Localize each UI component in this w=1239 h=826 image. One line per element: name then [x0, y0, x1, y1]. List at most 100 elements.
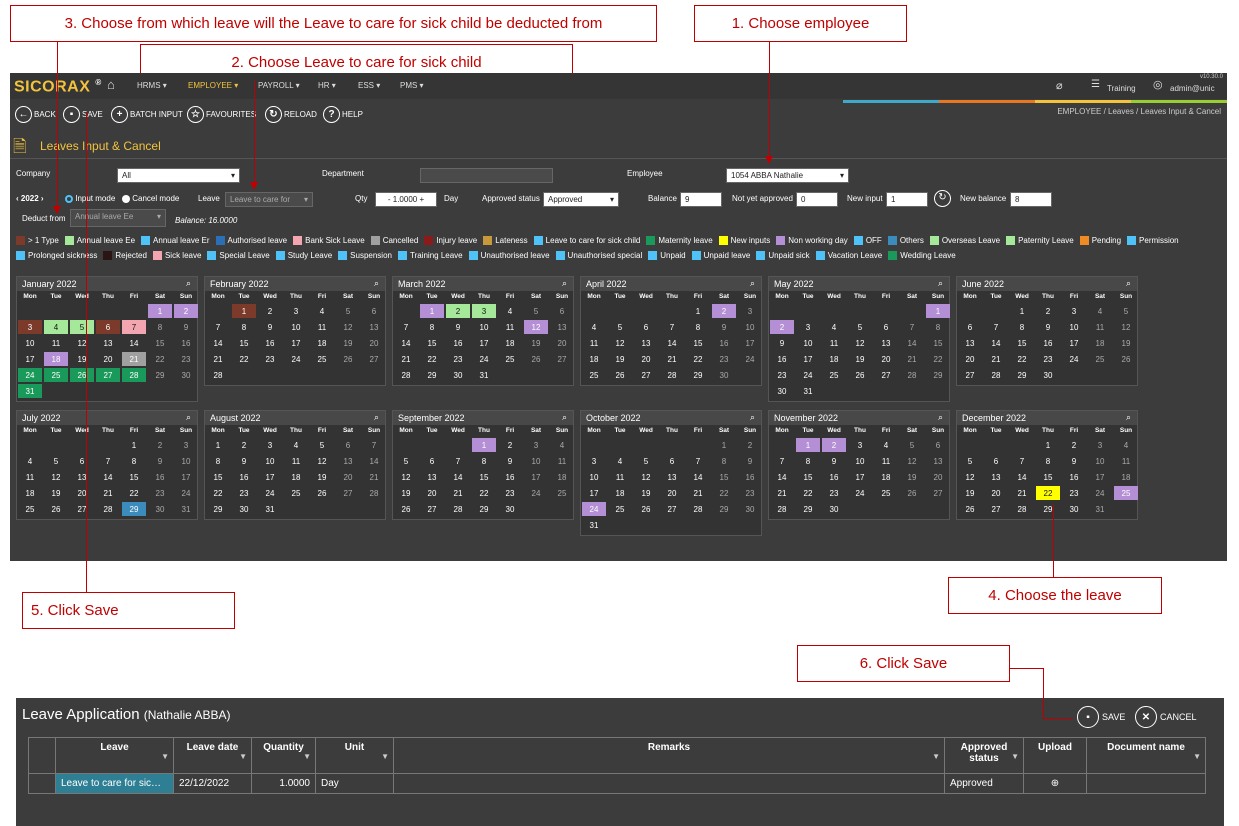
calendar-day[interactable]: 27: [96, 368, 120, 382]
calendar-day[interactable]: 3: [174, 438, 198, 452]
calendar-day[interactable]: 8: [148, 320, 172, 334]
calendar-day[interactable]: 9: [738, 454, 762, 468]
menu-hrms[interactable]: HRMS ▾: [137, 81, 167, 90]
calendar-day[interactable]: 23: [770, 368, 794, 382]
calendar-day[interactable]: 24: [582, 502, 606, 516]
calendar-day[interactable]: 4: [44, 320, 68, 334]
calendar-day[interactable]: 2: [258, 304, 282, 318]
calendar-day[interactable]: 11: [550, 454, 574, 468]
search-icon[interactable]: ⌕: [750, 412, 755, 423]
search-icon[interactable]: ⌕: [938, 278, 943, 289]
calendar-day[interactable]: 10: [472, 320, 496, 334]
calendar-day[interactable]: 31: [472, 368, 496, 382]
calendar-day[interactable]: 3: [738, 304, 762, 318]
calendar-day[interactable]: 22: [686, 352, 710, 366]
calendar-day[interactable]: 30: [822, 502, 846, 516]
calendar-day[interactable]: 19: [336, 336, 360, 350]
calendar-day[interactable]: 6: [96, 320, 120, 334]
calendar-day[interactable]: 1: [1010, 304, 1034, 318]
calendar-day[interactable]: 9: [148, 454, 172, 468]
calendar-day[interactable]: 29: [148, 368, 172, 382]
calendar-day[interactable]: 25: [1088, 352, 1112, 366]
calendar-day[interactable]: 27: [550, 352, 574, 366]
calendar-day[interactable]: 31: [174, 502, 198, 516]
breadcrumb[interactable]: EMPLOYEE / Leaves / Leaves Input & Cance…: [1057, 107, 1221, 116]
calendar-day[interactable]: 7: [686, 454, 710, 468]
calendar-day[interactable]: 17: [284, 336, 308, 350]
calendar-day[interactable]: 3: [1088, 438, 1112, 452]
calendar-day[interactable]: 13: [926, 454, 950, 468]
calendar-day[interactable]: 12: [900, 454, 924, 468]
calendar-day[interactable]: 24: [284, 352, 308, 366]
calendar-day[interactable]: 16: [446, 336, 470, 350]
calendar-day[interactable]: 2: [712, 304, 736, 318]
search-icon[interactable]: ⌕: [186, 278, 191, 289]
menu-payroll[interactable]: PAYROLL ▾: [258, 81, 300, 90]
deduct-from-select[interactable]: Annual leave Ee ▾: [70, 209, 166, 227]
search-icon[interactable]: ⌕: [1126, 412, 1131, 423]
calendar-day[interactable]: 1: [686, 304, 710, 318]
calendar-day[interactable]: 24: [472, 352, 496, 366]
calendar-day[interactable]: 10: [258, 454, 282, 468]
calendar-day[interactable]: 11: [608, 470, 632, 484]
calendar-day[interactable]: 20: [420, 486, 444, 500]
calendar-day[interactable]: 1: [232, 304, 256, 318]
calendar-day[interactable]: 20: [660, 486, 684, 500]
calendar-day[interactable]: 27: [336, 486, 360, 500]
calendar-day[interactable]: 12: [70, 336, 94, 350]
calendar-day[interactable]: 21: [686, 486, 710, 500]
calendar-day[interactable]: 7: [362, 438, 386, 452]
calendar-day[interactable]: 26: [310, 486, 334, 500]
calendar-day[interactable]: 15: [926, 336, 950, 350]
calendar-day[interactable]: 18: [874, 470, 898, 484]
calendar-day[interactable]: 12: [958, 470, 982, 484]
calendar-day[interactable]: 14: [1010, 470, 1034, 484]
calendar-day[interactable]: 15: [472, 470, 496, 484]
calendar-day[interactable]: 26: [958, 502, 982, 516]
calendar-day[interactable]: 30: [148, 502, 172, 516]
calendar-day[interactable]: 28: [362, 486, 386, 500]
calendar-day[interactable]: 8: [686, 320, 710, 334]
calendar-day[interactable]: 21: [900, 352, 924, 366]
col-leave[interactable]: Leave ▼: [55, 737, 174, 774]
calendar-day[interactable]: 19: [44, 486, 68, 500]
calendar-day[interactable]: 16: [822, 470, 846, 484]
calendar-day[interactable]: 26: [848, 368, 872, 382]
calendar-day[interactable]: 18: [608, 486, 632, 500]
calendar-day[interactable]: 6: [420, 454, 444, 468]
calendar-day[interactable]: 20: [362, 336, 386, 350]
calendar-day[interactable]: 10: [524, 454, 548, 468]
calendar-day[interactable]: 2: [446, 304, 470, 318]
calendar-day[interactable]: 23: [1036, 352, 1060, 366]
calendar-day[interactable]: 31: [1088, 502, 1112, 516]
input-mode-radio[interactable]: Input mode: [65, 194, 115, 203]
calendar-day[interactable]: 24: [1088, 486, 1112, 500]
calendar-day[interactable]: 19: [900, 470, 924, 484]
search-icon[interactable]: ⌕: [374, 412, 379, 423]
calendar-day[interactable]: 28: [900, 368, 924, 382]
calendar-day[interactable]: 10: [284, 320, 308, 334]
calendar-day[interactable]: 15: [148, 336, 172, 350]
calendar-day[interactable]: 19: [524, 336, 548, 350]
calendar-day[interactable]: 30: [770, 384, 794, 398]
calendar-day[interactable]: 20: [926, 470, 950, 484]
notification-off-icon[interactable]: ⌀: [1056, 79, 1063, 92]
calendar-day[interactable]: 12: [44, 470, 68, 484]
calendar-day[interactable]: 10: [1088, 454, 1112, 468]
calendar-day[interactable]: 26: [70, 368, 94, 382]
calendar-day[interactable]: 21: [770, 486, 794, 500]
calendar-day[interactable]: 14: [686, 470, 710, 484]
calendar-day[interactable]: 4: [498, 304, 522, 318]
calendar-day[interactable]: 3: [524, 438, 548, 452]
calendar-day[interactable]: 22: [122, 486, 146, 500]
calendar-day[interactable]: 17: [1062, 336, 1086, 350]
calendar-day[interactable]: 12: [608, 336, 632, 350]
calendar-day[interactable]: 21: [394, 352, 418, 366]
calendar-day[interactable]: 31: [18, 384, 42, 398]
calendar-day[interactable]: 7: [96, 454, 120, 468]
calendar-day[interactable]: 14: [96, 470, 120, 484]
col-remarks[interactable]: Remarks ▼: [393, 737, 945, 774]
calendar-day[interactable]: 2: [498, 438, 522, 452]
calendar-day[interactable]: 15: [796, 470, 820, 484]
calendar-day[interactable]: 28: [1010, 502, 1034, 516]
